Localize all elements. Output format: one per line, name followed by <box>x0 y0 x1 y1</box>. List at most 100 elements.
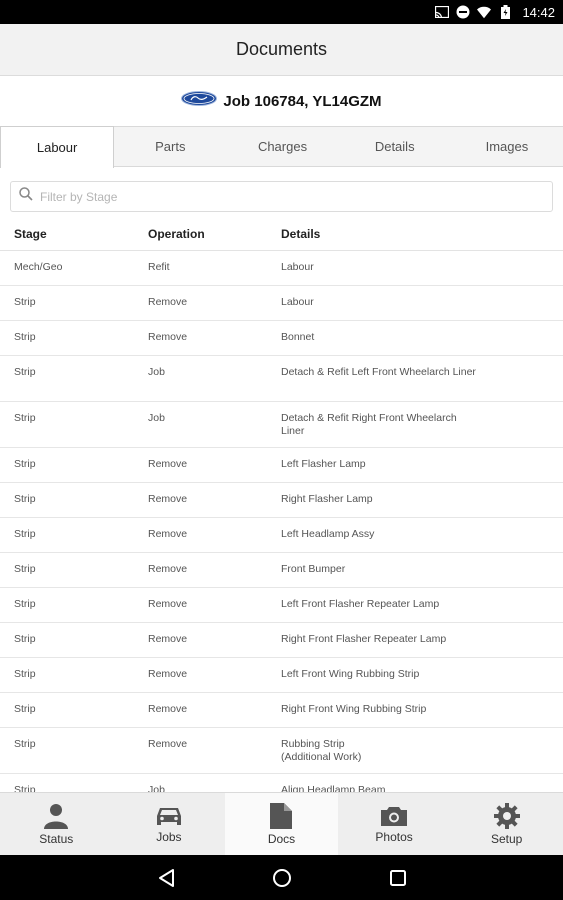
row-operation: Job <box>148 412 165 424</box>
row-stage: Strip <box>14 598 36 610</box>
row-operation: Remove <box>148 458 188 470</box>
row-details: Right Front Wing Rubbing Strip <box>281 703 427 715</box>
home-icon[interactable] <box>270 866 294 890</box>
row-stage: Strip <box>14 412 36 424</box>
row-operation: Remove <box>148 331 188 343</box>
row-operation: Job <box>148 366 165 378</box>
header-details: Details <box>281 227 321 241</box>
row-details: Labour <box>281 261 314 273</box>
row-details: Front Bumper <box>281 563 346 575</box>
tab-bar: Labour Parts Charges Details Images <box>0 126 563 168</box>
row-stage: Strip <box>14 296 36 308</box>
row-details: Right Flasher Lamp <box>281 493 373 505</box>
battery-icon <box>498 5 512 19</box>
nav-status[interactable]: Status <box>0 793 113 855</box>
tab-parts[interactable]: Parts <box>114 127 226 166</box>
document-icon <box>270 802 293 829</box>
row-operation: Remove <box>148 703 188 715</box>
table-row[interactable]: Strip Remove Left Headlamp Assy <box>0 518 563 553</box>
nav-label: Photos <box>375 829 413 844</box>
table-row[interactable]: Mech/Geo Refit Labour <box>0 251 563 286</box>
row-details: Right Front Flasher Repeater Lamp <box>281 633 447 645</box>
row-stage: Mech/Geo <box>14 261 63 273</box>
cast-icon <box>435 5 450 19</box>
tab-charges[interactable]: Charges <box>226 127 338 166</box>
job-header: Job 106784, YL14GZM <box>0 76 563 126</box>
page-title: Documents <box>235 39 328 59</box>
row-stage: Strip <box>14 633 36 645</box>
nav-photos[interactable]: Photos <box>338 793 451 855</box>
row-stage: Strip <box>14 331 36 343</box>
tab-labour[interactable]: Labour <box>0 126 115 168</box>
row-operation: Job <box>148 784 165 792</box>
recents-icon[interactable] <box>386 866 410 890</box>
row-stage: Strip <box>14 528 36 540</box>
nav-setup[interactable]: Setup <box>450 793 563 855</box>
tab-details[interactable]: Details <box>339 127 451 166</box>
row-operation: Remove <box>148 668 188 680</box>
row-stage: Strip <box>14 493 36 505</box>
system-nav-bar <box>0 855 563 900</box>
table-row[interactable]: Strip Remove Right Front Flasher Repeater … <box>0 623 563 658</box>
nav-label: Jobs <box>156 829 182 844</box>
row-details: Detach & Refit Left Front Wheelarch Line… <box>281 366 476 378</box>
row-operation: Remove <box>148 563 188 575</box>
row-details: Left Headlamp Assy <box>281 528 375 540</box>
table-header: Stage Operation Details <box>0 218 563 251</box>
row-stage: Strip <box>14 668 36 680</box>
header-stage: Stage <box>14 227 47 241</box>
table-row[interactable]: Strip Remove Front Bumper <box>0 553 563 588</box>
table-row[interactable]: Strip Remove Right Flasher Lamp <box>0 483 563 518</box>
nav-jobs[interactable]: Jobs <box>113 793 226 855</box>
job-title: Job 106784, YL14GZM <box>223 92 382 110</box>
row-operation: Remove <box>148 598 188 610</box>
row-details: Detach & Refit Right Front Wheelarch Lin… <box>281 412 457 437</box>
row-operation: Refit <box>148 261 170 273</box>
table-row[interactable]: Strip Remove Labour <box>0 286 563 321</box>
person-icon <box>43 803 69 829</box>
row-stage: Strip <box>14 738 36 750</box>
labour-table-body: Mech/Geo Refit Labour Strip Remove Labour Stri… <box>0 251 563 792</box>
table-row[interactable]: Strip Remove Bonnet <box>0 321 563 356</box>
wifi-icon <box>477 5 492 19</box>
clock: 14:42 <box>522 4 555 20</box>
table-row[interactable]: Strip Remove Rubbing Strip (Additional Wor… <box>0 728 563 774</box>
row-operation: Remove <box>148 738 188 750</box>
row-details: Left Front Flasher Repeater Lamp <box>281 598 440 610</box>
table-row[interactable]: Strip Remove Left Flasher Lamp <box>0 448 563 483</box>
row-stage: Strip <box>14 703 36 715</box>
table-row[interactable]: Strip Remove Left Front Wing Rubbing Strip <box>0 658 563 693</box>
row-operation: Remove <box>148 296 188 308</box>
row-operation: Remove <box>148 528 188 540</box>
back-icon[interactable] <box>154 866 178 890</box>
row-details: Rubbing Strip (Additional Work) <box>281 738 362 763</box>
nav-label: Setup <box>490 831 523 846</box>
row-stage: Strip <box>14 458 36 470</box>
filter-box <box>10 181 553 212</box>
car-icon <box>155 805 183 827</box>
do-not-disturb-icon <box>456 5 470 19</box>
row-details: Align Headlamp Beam <box>281 784 386 792</box>
row-stage: Strip <box>14 563 36 575</box>
row-details: Labour <box>281 296 314 308</box>
table-row[interactable]: Strip Job Detach & Refit Left Front Wheela… <box>0 356 563 402</box>
row-details: Left Flasher Lamp <box>281 458 366 470</box>
status-bar: 14:42 <box>0 0 563 24</box>
gear-icon <box>493 802 520 829</box>
row-operation: Remove <box>148 493 188 505</box>
row-details: Left Front Wing Rubbing Strip <box>281 668 420 680</box>
table-row[interactable]: Strip Remove Right Front Wing Rubbing Stri… <box>0 693 563 728</box>
filter-stage-input[interactable] <box>40 189 520 204</box>
row-operation: Remove <box>148 633 188 645</box>
bottom-nav: Status Jobs Docs Photos Setup <box>0 792 563 855</box>
nav-label: Status <box>39 831 74 846</box>
table-row[interactable]: Strip Remove Left Front Flasher Repeater L… <box>0 588 563 623</box>
nav-label: Docs <box>267 831 296 846</box>
table-row[interactable]: Strip Job Align Headlamp Beam <box>0 774 563 792</box>
app-bar: Documents <box>0 24 563 76</box>
ford-logo <box>181 91 218 111</box>
tab-images[interactable]: Images <box>451 127 563 166</box>
nav-docs[interactable]: Docs <box>225 793 338 855</box>
row-details: Bonnet <box>281 331 315 343</box>
table-row[interactable]: Strip Job Detach & Refit Right Front Wheel… <box>0 402 563 448</box>
